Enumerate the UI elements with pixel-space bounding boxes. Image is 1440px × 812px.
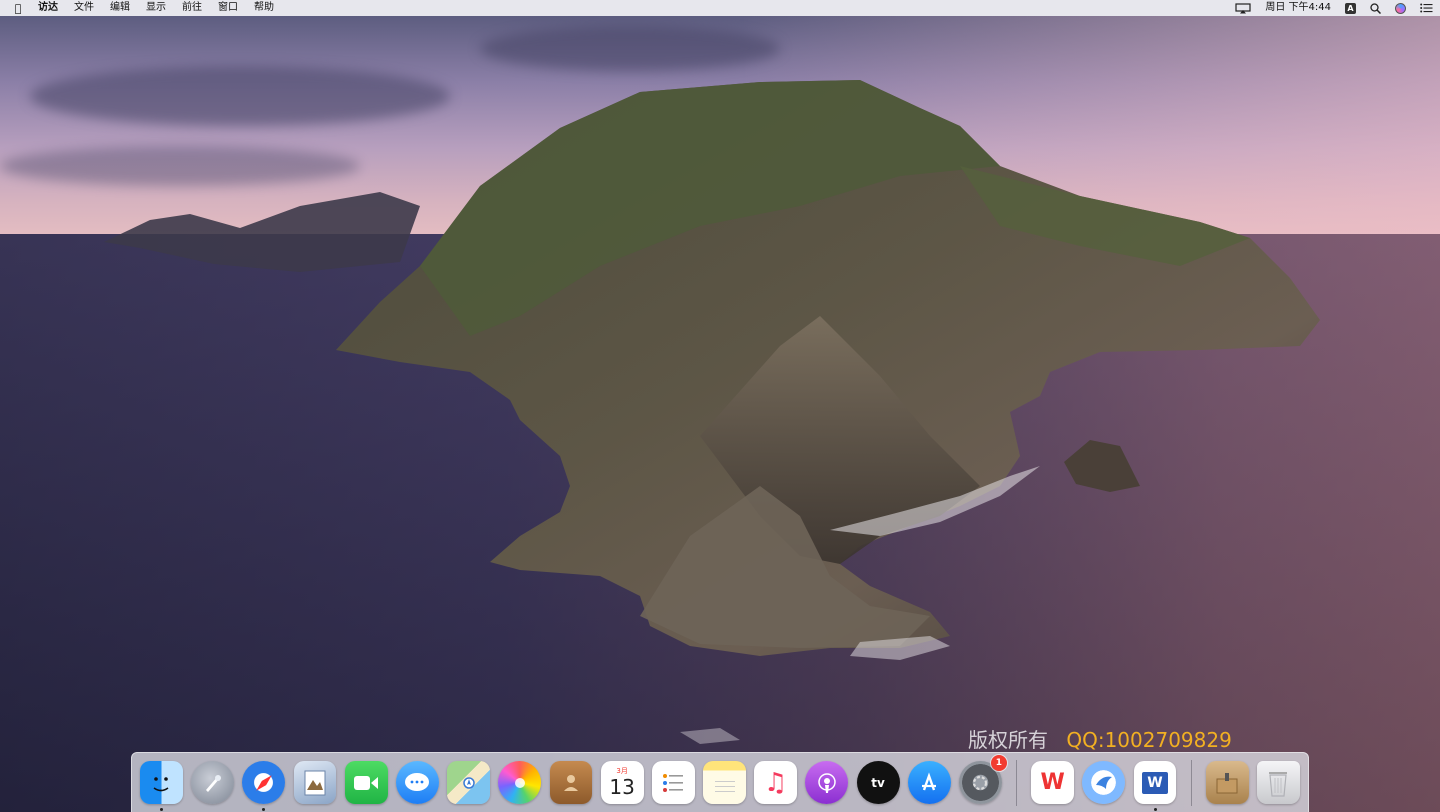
notification-badge: 1 <box>990 755 1007 771</box>
dock-messages-icon[interactable] <box>395 761 439 804</box>
menu-go[interactable]: 前往 <box>174 0 210 16</box>
dock-wps-office-icon[interactable]: W <box>1031 761 1075 804</box>
dock-finder-icon[interactable] <box>140 761 183 811</box>
dock-microsoft-word-icon[interactable]: W <box>1133 761 1177 811</box>
airplay-icon[interactable] <box>1228 2 1258 14</box>
menu-app-name[interactable]: 访达 <box>36 0 66 16</box>
dock-contacts-icon[interactable] <box>549 761 593 804</box>
desktop-wallpaper <box>0 16 1440 812</box>
dock-notes-icon[interactable] <box>703 761 746 804</box>
dock: 3月 13 ♫ tv 1 W W <box>131 752 1309 812</box>
dock-trash-icon[interactable] <box>1256 761 1300 804</box>
dock-facetime-icon[interactable] <box>344 761 388 804</box>
dock-apple-tv-icon[interactable]: tv <box>856 761 900 804</box>
dock-maps-icon[interactable] <box>447 761 491 804</box>
menu-view[interactable]: 显示 <box>138 0 174 16</box>
menu-file[interactable]: 文件 <box>66 0 102 16</box>
running-indicator <box>159 808 163 811</box>
clock[interactable]: 周日 下午4:44 <box>1258 0 1338 16</box>
tv-label: tv <box>871 775 885 790</box>
watermark-text: 版权所有 <box>968 728 1048 752</box>
dock-photos-icon[interactable] <box>498 761 542 804</box>
dock-archive-utility-icon[interactable] <box>1205 761 1249 804</box>
word-label: W <box>1142 771 1168 794</box>
dock-calendar-icon[interactable]: 3月 13 <box>600 761 644 804</box>
siri-icon[interactable] <box>1388 2 1413 14</box>
spotlight-search-icon[interactable] <box>1363 2 1388 14</box>
wps-label: W <box>1040 770 1065 795</box>
dock-launchpad-icon[interactable] <box>191 761 235 804</box>
menu-window[interactable]: 窗口 <box>210 0 246 16</box>
dock-separator <box>1190 759 1192 806</box>
wallpaper-island <box>104 80 1320 744</box>
copyright-watermark: 版权所有 QQ:1002709829 <box>968 724 1232 753</box>
menu-edit[interactable]: 编辑 <box>102 0 138 16</box>
dock-bird-app-icon[interactable] <box>1082 761 1126 804</box>
dock-separator <box>1016 759 1018 806</box>
menu-help[interactable]: 帮助 <box>246 0 282 16</box>
menu-bar-right: 周日 下午4:44 A <box>1228 0 1440 16</box>
running-indicator <box>1153 808 1157 811</box>
input-method-icon[interactable]: A <box>1338 2 1363 14</box>
watermark-qq: QQ:1002709829 <box>1066 728 1232 752</box>
menu-bar:  访达 文件 编辑 显示 前往 窗口 帮助 周日 下午4:44 A <box>0 0 1440 16</box>
menu-bar-left:  访达 文件 编辑 显示 前往 窗口 帮助 <box>0 0 282 16</box>
dock-system-preferences-icon[interactable]: 1 <box>959 755 1007 804</box>
calendar-day: 13 <box>609 775 635 799</box>
dock-safari-icon[interactable] <box>242 761 286 811</box>
dock-reminders-icon[interactable] <box>651 761 695 804</box>
dock-preview-icon[interactable] <box>293 761 337 804</box>
notification-center-icon[interactable] <box>1413 3 1440 13</box>
running-indicator <box>262 808 266 811</box>
dock-app-store-icon[interactable] <box>907 761 951 804</box>
input-method-label: A <box>1345 2 1356 14</box>
apple-logo-icon[interactable]:  <box>0 2 36 15</box>
dock-music-icon[interactable]: ♫ <box>754 761 798 804</box>
dock-podcasts-icon[interactable] <box>805 761 849 804</box>
